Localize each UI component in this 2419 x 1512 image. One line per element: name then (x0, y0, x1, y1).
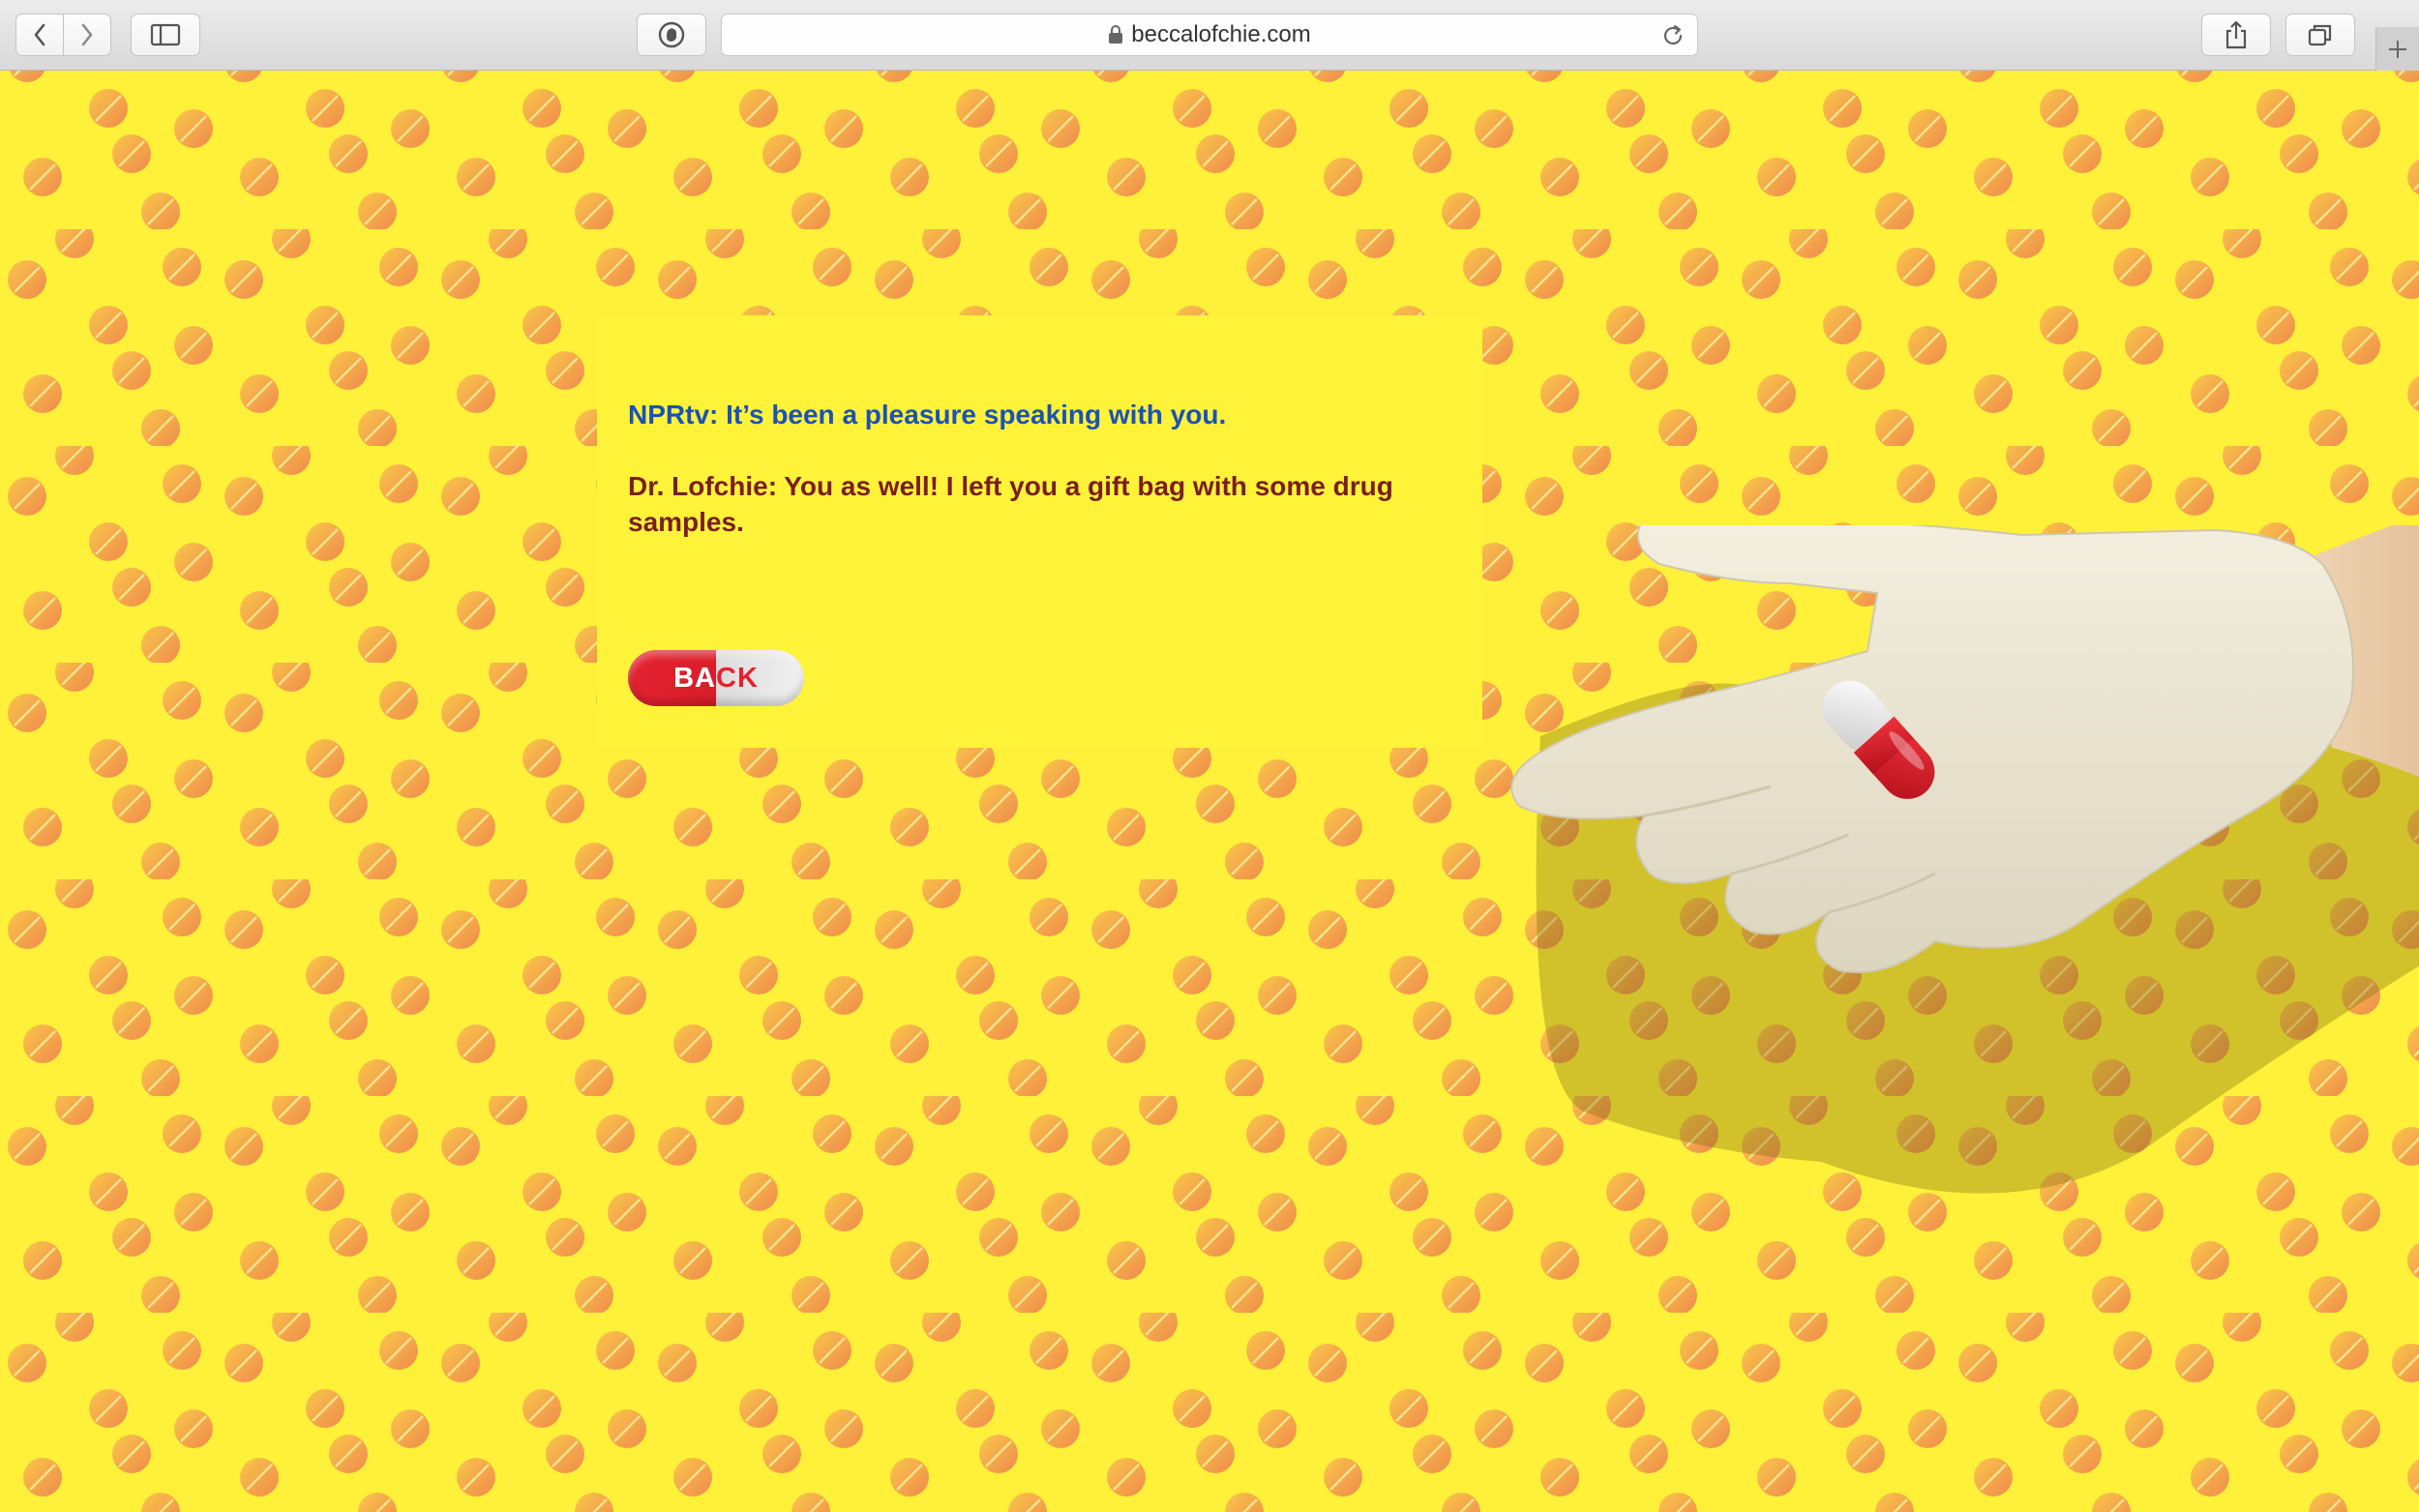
reload-button[interactable] (1660, 23, 1686, 53)
tabs-icon (2308, 24, 2332, 46)
back-label-right: CK (716, 662, 759, 694)
share-icon (2225, 20, 2247, 49)
share-button[interactable] (2201, 14, 2271, 56)
back-icon (34, 23, 45, 46)
new-tab-icon (2389, 40, 2406, 58)
back-nav-button[interactable] (16, 15, 63, 55)
browser-toolbar: beccalofchie.com (0, 0, 2419, 71)
conversation-panel: NPRtv: It’s been a pleasure speaking wit… (597, 315, 1482, 748)
privacy-button[interactable] (637, 14, 706, 56)
privacy-shield-icon (658, 21, 685, 48)
gloved-hand-illustration (1510, 525, 2419, 1194)
address-bar[interactable]: beccalofchie.com (721, 14, 1698, 56)
reload-icon (1663, 24, 1683, 44)
forward-nav-button[interactable] (63, 15, 110, 55)
web-page: NPRtv: It’s been a pleasure speaking wit… (0, 71, 2419, 1512)
back-button-label: BACK (673, 663, 759, 695)
back-label-left: BA (673, 662, 716, 694)
doctor-dialogue-line: Dr. Lofchie: You as well! I left you a g… (628, 471, 1393, 537)
sidebar-button[interactable] (131, 14, 200, 56)
url-text: beccalofchie.com (1131, 21, 1311, 47)
forward-icon (81, 23, 93, 46)
npr-dialogue-line: NPRtv: It’s been a pleasure speaking wit… (628, 400, 1227, 430)
new-tab-button[interactable] (2375, 27, 2419, 71)
tabs-overview-button[interactable] (2285, 14, 2355, 56)
sidebar-icon (150, 23, 181, 46)
lock-icon (1108, 25, 1123, 44)
nav-buttons (15, 14, 111, 56)
back-capsule-button[interactable]: BACK (628, 650, 804, 706)
